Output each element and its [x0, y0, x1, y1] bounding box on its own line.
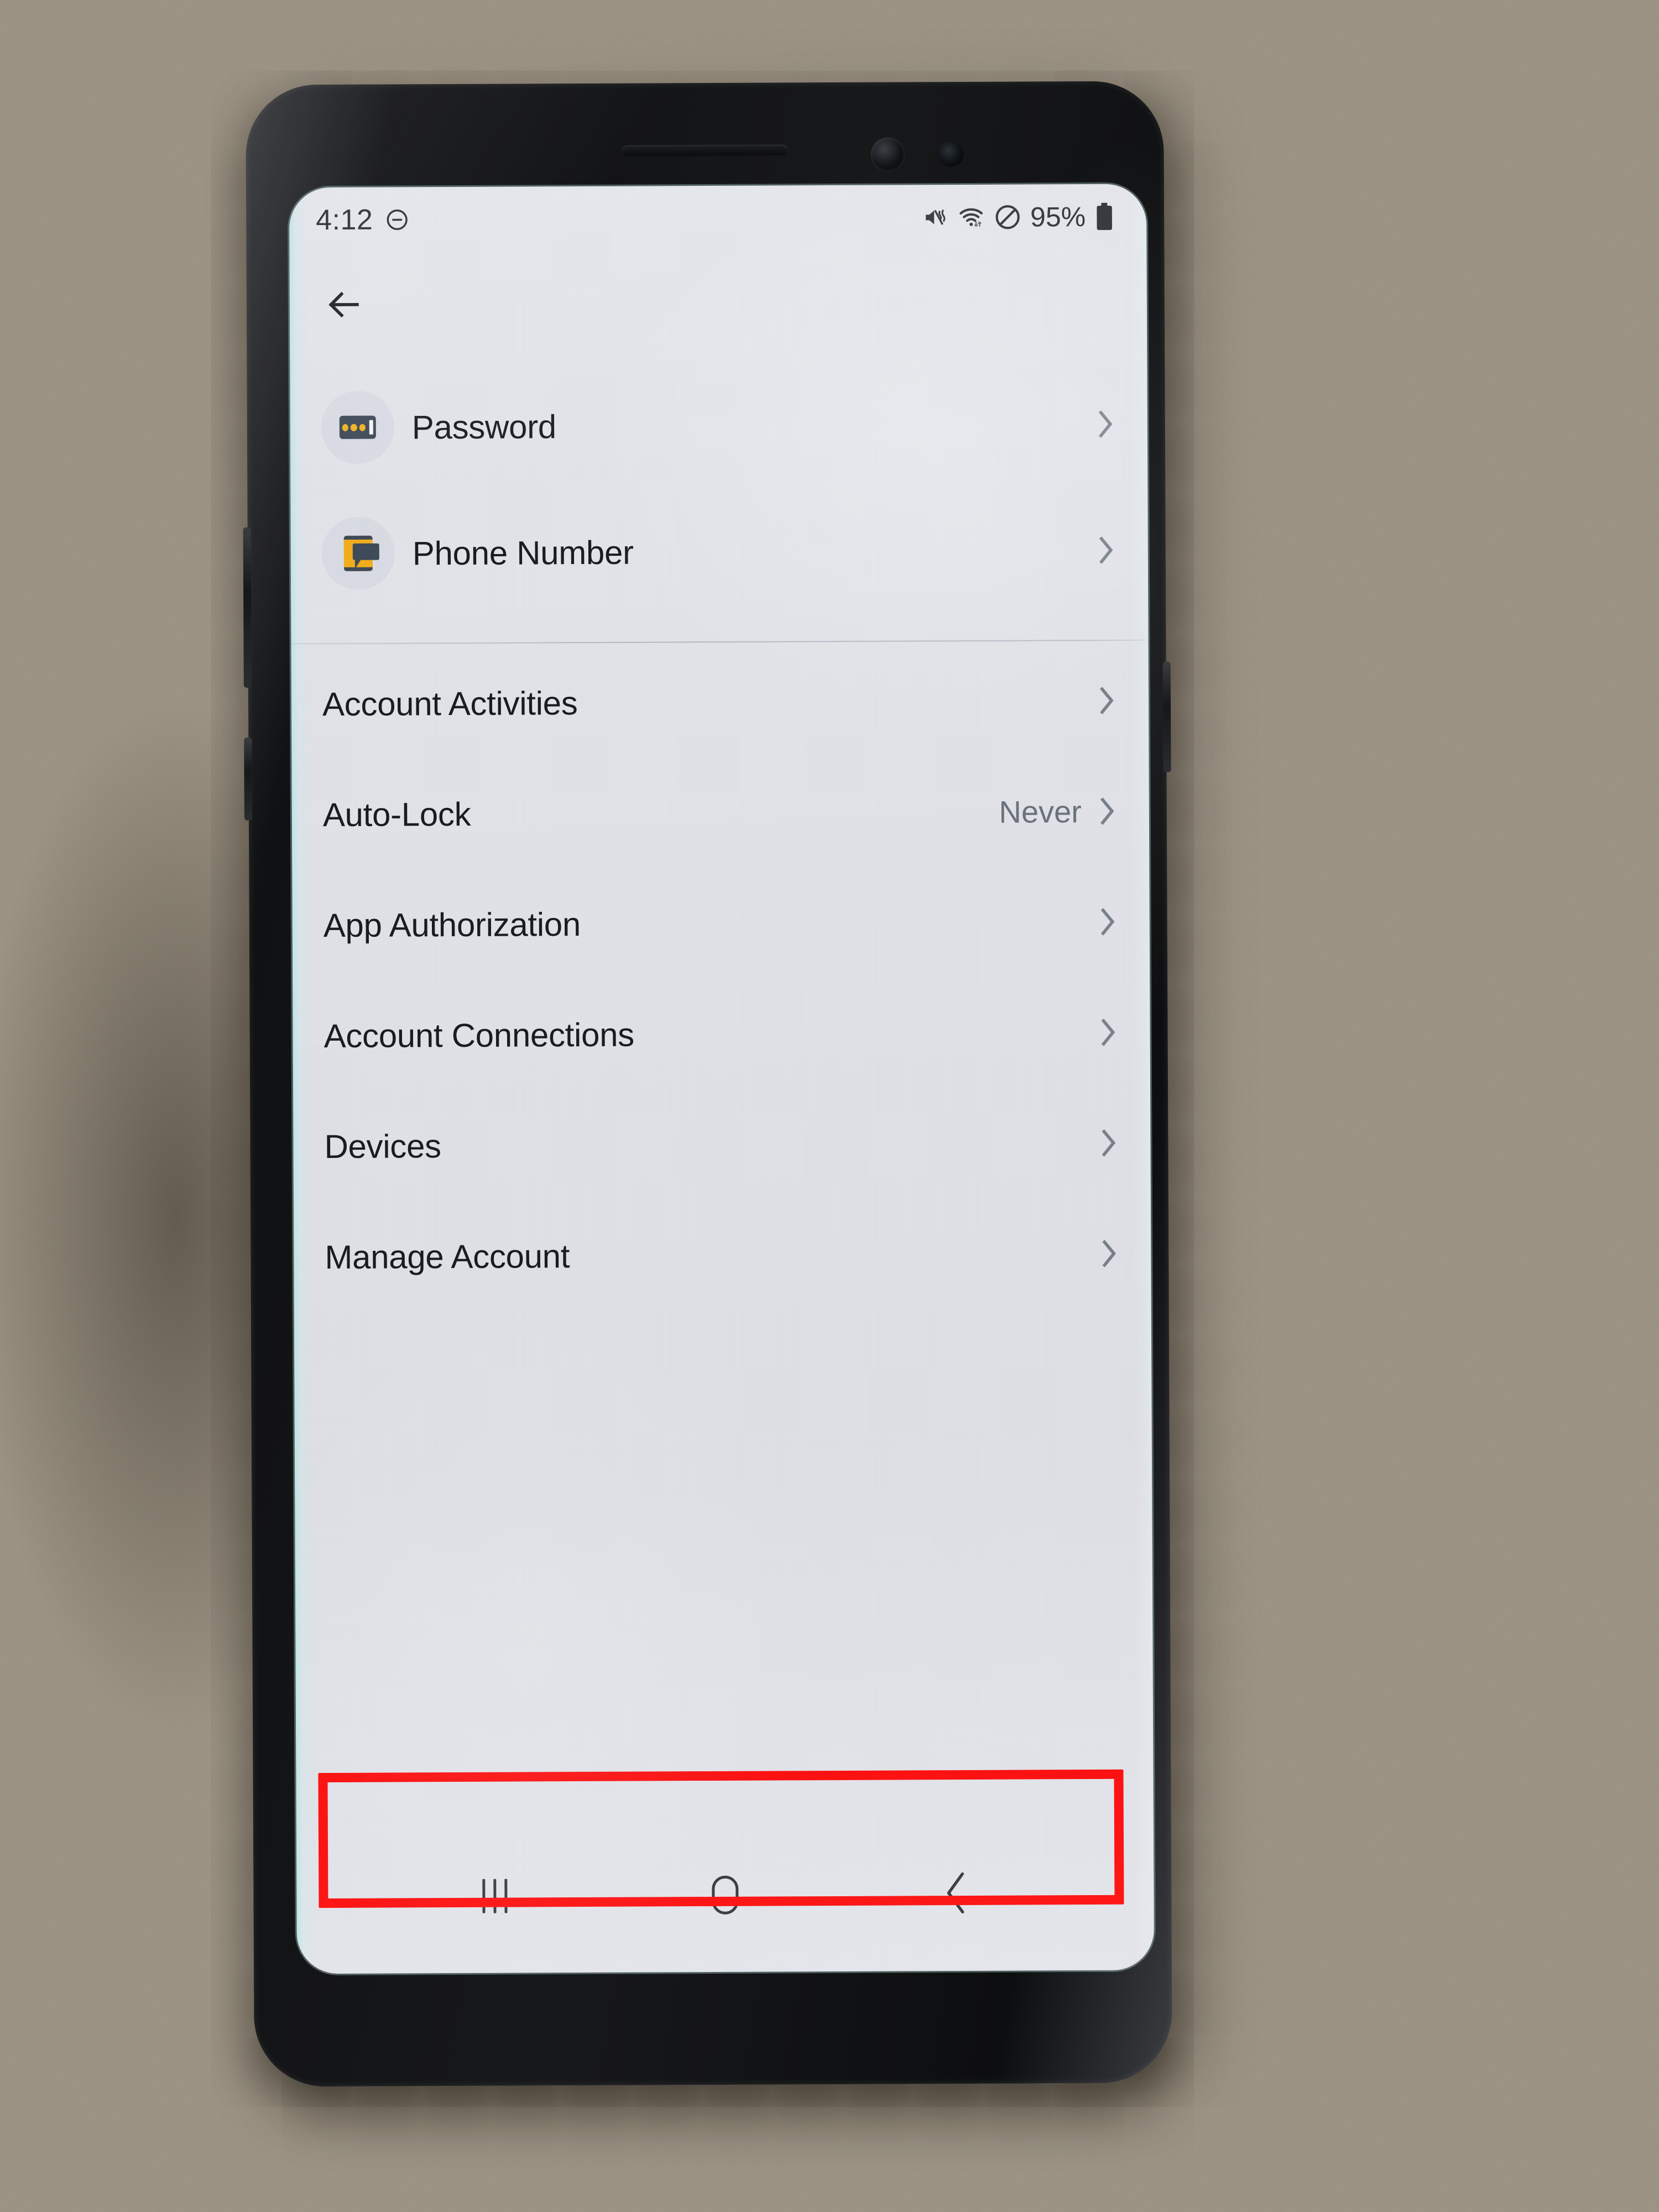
- recents-button[interactable]: [450, 1863, 539, 1929]
- iris-sensor: [938, 141, 964, 168]
- list-item-value: Never: [999, 794, 1082, 830]
- earpiece-speaker: [622, 144, 788, 156]
- battery-icon: [1094, 202, 1114, 231]
- list-item-auto-lock[interactable]: Auto-Lock Never: [291, 756, 1149, 870]
- chevron-right-icon: [1100, 1129, 1117, 1157]
- phone-message-icon: [343, 535, 379, 571]
- chevron-right-icon: [1098, 410, 1114, 439]
- sound-mute-vibrate-icon: [922, 204, 948, 231]
- power-button[interactable]: [1162, 661, 1171, 773]
- battery-percent-label: 95%: [1030, 201, 1086, 233]
- list-item-label: Password: [411, 408, 557, 446]
- settings-section-account: Account Activities Auto-Lock Never App A…: [291, 641, 1151, 1313]
- do-not-disturb-icon: [385, 207, 409, 232]
- do-not-disturb-icon: [994, 204, 1021, 231]
- home-button[interactable]: [681, 1862, 770, 1929]
- phone-device: 4:12 95% Password Phone Number Account A…: [243, 81, 1172, 2087]
- recents-icon: [482, 1879, 508, 1913]
- back-icon: [941, 1869, 970, 1919]
- wifi-icon: [957, 204, 985, 231]
- list-item-label: Devices: [324, 1127, 441, 1165]
- status-bar-left: 4:12: [316, 203, 409, 237]
- list-item-label: Account Activities: [322, 684, 578, 723]
- list-item-manage-account[interactable]: Manage Account: [294, 1198, 1151, 1313]
- chevron-right-icon: [1099, 797, 1116, 826]
- chevron-right-icon: [1099, 686, 1115, 715]
- bixby-button[interactable]: [244, 737, 252, 821]
- list-item-phone-number[interactable]: Phone Number: [290, 487, 1148, 617]
- list-item-devices[interactable]: Devices: [293, 1088, 1151, 1202]
- password-icon-bubble: [321, 390, 395, 465]
- app-header: [289, 249, 1147, 357]
- volume-button[interactable]: [243, 527, 252, 688]
- sensor-strip: [246, 129, 1164, 189]
- back-button[interactable]: [911, 1861, 1000, 1928]
- list-item-label: Account Connections: [324, 1016, 635, 1055]
- home-icon: [712, 1875, 739, 1914]
- list-item-label: Phone Number: [412, 534, 634, 572]
- status-clock: 4:12: [316, 204, 373, 237]
- status-bar-right: 95%: [922, 201, 1114, 234]
- status-bar: 4:12 95%: [289, 184, 1147, 253]
- chevron-right-icon: [1100, 1018, 1117, 1047]
- phone-icon-bubble: [321, 517, 395, 591]
- list-item-label: Manage Account: [325, 1237, 570, 1276]
- list-item-label: Auto-Lock: [322, 795, 471, 833]
- list-item-label: App Authorization: [323, 905, 581, 944]
- back-arrow-icon[interactable]: [324, 285, 364, 325]
- list-item-password[interactable]: Password: [290, 361, 1147, 491]
- chevron-right-icon: [1100, 907, 1117, 936]
- settings-section-credentials: Password Phone Number: [290, 353, 1148, 617]
- password-dots-icon: [339, 415, 376, 439]
- list-item-app-authorization[interactable]: App Authorization: [292, 867, 1150, 981]
- list-item-account-connections[interactable]: Account Connections: [293, 977, 1150, 1092]
- phone-screen[interactable]: 4:12 95% Password Phone Number Account A…: [289, 184, 1154, 1974]
- chevron-right-icon: [1098, 536, 1115, 565]
- system-navigation-bar: [296, 1852, 1154, 1939]
- front-camera: [870, 137, 905, 172]
- list-item-account-activities[interactable]: Account Activities: [291, 645, 1149, 760]
- chevron-right-icon: [1101, 1239, 1118, 1268]
